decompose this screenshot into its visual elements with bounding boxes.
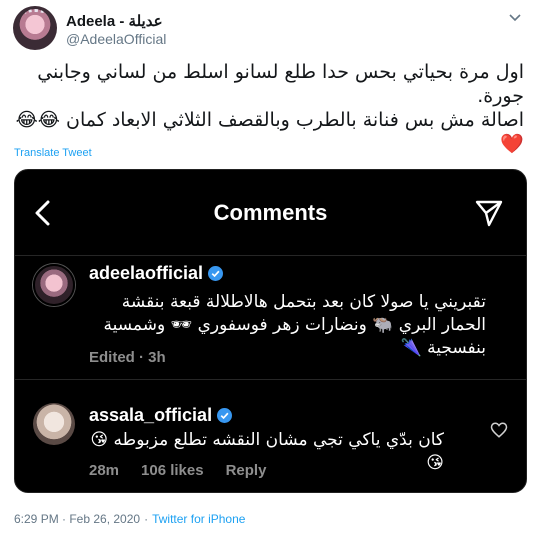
footer-separator: · <box>144 512 149 526</box>
chevron-down-icon[interactable] <box>506 9 524 27</box>
comment-meta: 28m 106 likes Reply <box>89 462 288 479</box>
author-handle[interactable]: @AdeelaOfficial <box>66 31 166 47</box>
paper-plane-icon <box>474 198 504 228</box>
comment-username: assala_official <box>89 405 233 426</box>
instagram-header: Comments <box>15 170 526 256</box>
comment-username-text: assala_official <box>89 405 213 425</box>
translate-tweet-link[interactable]: Translate Tweet <box>14 147 92 159</box>
tweet-source-link[interactable]: Twitter for iPhone <box>152 512 245 526</box>
comment-likes: 106 likes <box>141 462 204 479</box>
comment-username: adeelaofficial <box>89 263 224 284</box>
instagram-comments-screenshot[interactable]: Comments adeelaofficial تقبريني يا صولا … <box>14 169 527 493</box>
author-display-name[interactable]: Adeela - عديلة <box>66 12 163 30</box>
commenter-avatar <box>33 403 75 445</box>
comments-title: Comments <box>213 200 328 225</box>
tweet-timestamp[interactable]: 6:29 PM · Feb 26, 2020 <box>14 512 140 526</box>
comment-time: 28m <box>89 462 120 479</box>
comment-meta: Edited · 3h <box>89 349 188 366</box>
tweet-card: Adeela - عديلة @AdeelaOfficial اول مرة ب… <box>0 0 538 549</box>
author-avatar[interactable] <box>13 6 57 50</box>
tweet-text-line-1: اول مرة بحياتي بحس حدا طلع لسانو اسلط من… <box>37 61 524 107</box>
comment-username-text: adeelaofficial <box>89 263 204 283</box>
tweet-text-line-2: اصالة مش بس فنانة بالطرب وبالقصف الثلاثي… <box>15 109 524 131</box>
reply-button: Reply <box>225 462 267 479</box>
verified-badge-icon <box>208 266 224 281</box>
verified-badge-icon <box>217 408 233 423</box>
comment-assala-official: assala_official كان بدّي ياكي تجي مشان ا… <box>15 391 526 492</box>
comment-time: Edited · 3h <box>89 349 166 366</box>
comment-adeelaofficial: adeelaofficial تقبريني يا صولا كان بعد ب… <box>15 256 526 380</box>
commenter-avatar <box>33 264 75 306</box>
heart-outline-icon <box>490 421 508 439</box>
tweet-text: اول مرة بحياتي بحس حدا طلع لسانو اسلط من… <box>14 60 524 156</box>
tweet-footer: 6:29 PM · Feb 26, 2020 · Twitter for iPhon… <box>14 512 245 526</box>
